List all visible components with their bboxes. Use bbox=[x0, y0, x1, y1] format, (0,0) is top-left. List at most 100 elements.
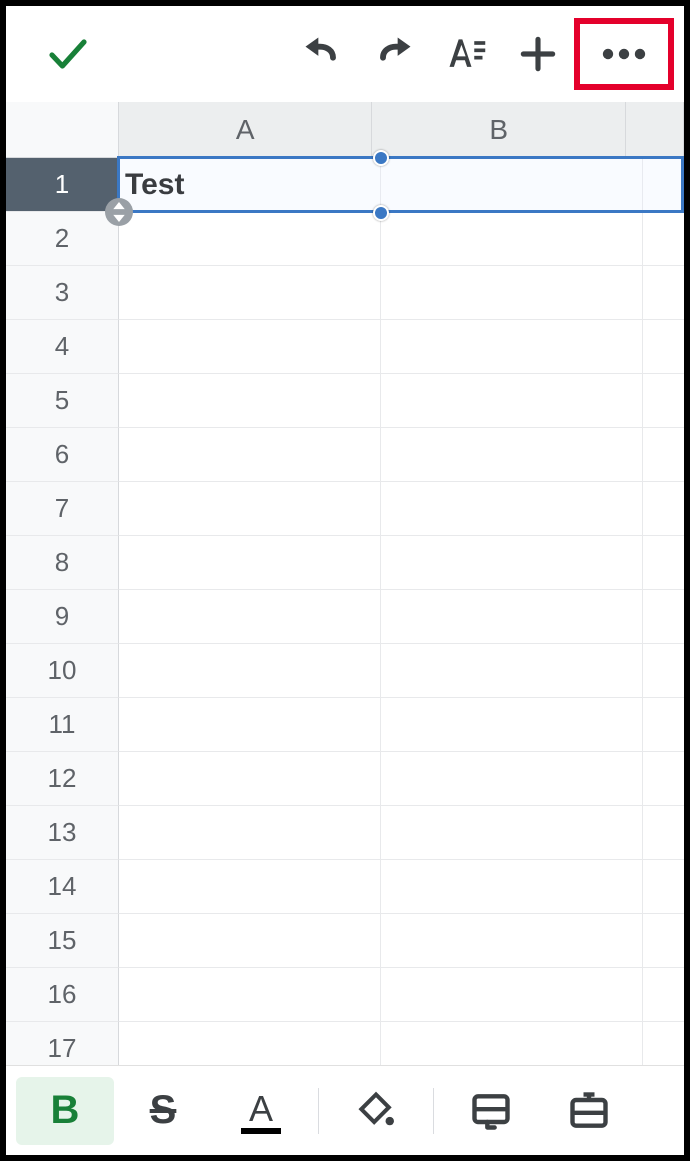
redo-button[interactable] bbox=[358, 18, 430, 90]
row-header-14[interactable]: 14 bbox=[6, 860, 119, 914]
cell-b15[interactable] bbox=[381, 914, 643, 968]
row-9 bbox=[119, 590, 684, 644]
cell-b8[interactable] bbox=[381, 536, 643, 590]
cell-b16[interactable] bbox=[381, 968, 643, 1022]
cell-b2[interactable] bbox=[381, 212, 643, 266]
row-header-9[interactable]: 9 bbox=[6, 590, 119, 644]
row-header-1[interactable]: 1 bbox=[6, 158, 119, 212]
row-12 bbox=[119, 752, 684, 806]
row-5 bbox=[119, 374, 684, 428]
cell-a12[interactable] bbox=[119, 752, 381, 806]
cell-a5[interactable] bbox=[119, 374, 381, 428]
insert-button[interactable] bbox=[502, 18, 574, 90]
text-color-swatch bbox=[241, 1128, 281, 1134]
row-header-16[interactable]: 16 bbox=[6, 968, 119, 1022]
cell-border-button[interactable] bbox=[442, 1077, 540, 1145]
cell-a4[interactable] bbox=[119, 320, 381, 374]
cell-a3[interactable] bbox=[119, 266, 381, 320]
undo-button[interactable] bbox=[286, 18, 358, 90]
cell-b9[interactable] bbox=[381, 590, 643, 644]
row-header-6[interactable]: 6 bbox=[6, 428, 119, 482]
plus-icon bbox=[516, 32, 560, 76]
toolbar-divider-2 bbox=[433, 1088, 434, 1134]
cell-b6[interactable] bbox=[381, 428, 643, 482]
row-17 bbox=[119, 1022, 684, 1065]
bold-button[interactable]: B bbox=[16, 1077, 114, 1145]
bottom-toolbar: B S A bbox=[6, 1065, 684, 1155]
more-button-wrapper bbox=[574, 18, 674, 90]
row-resize-handle[interactable] bbox=[105, 198, 133, 226]
cell-b4[interactable] bbox=[381, 320, 643, 374]
row-header-13[interactable]: 13 bbox=[6, 806, 119, 860]
row-header-12[interactable]: 12 bbox=[6, 752, 119, 806]
accept-button[interactable] bbox=[32, 18, 104, 90]
cell-b3[interactable] bbox=[381, 266, 643, 320]
column-header-c-partial[interactable] bbox=[626, 102, 684, 158]
column-headers: A B bbox=[119, 102, 684, 158]
text-color-button[interactable]: A bbox=[212, 1077, 310, 1145]
row-header-15[interactable]: 15 bbox=[6, 914, 119, 968]
row-6 bbox=[119, 428, 684, 482]
cell-a15[interactable] bbox=[119, 914, 381, 968]
cell-a2[interactable] bbox=[119, 212, 381, 266]
selection-handle-bottom[interactable] bbox=[373, 205, 389, 221]
cell-a6[interactable] bbox=[119, 428, 381, 482]
cell-a9[interactable] bbox=[119, 590, 381, 644]
column-header-a[interactable]: A bbox=[119, 102, 372, 158]
cell-b12[interactable] bbox=[381, 752, 643, 806]
row-headers: 1 2 3 4 5 6 7 8 9 10 11 12 13 14 15 16 1… bbox=[6, 158, 119, 1065]
row-header-7[interactable]: 7 bbox=[6, 482, 119, 536]
top-toolbar bbox=[6, 6, 684, 102]
cell-a11[interactable] bbox=[119, 698, 381, 752]
row-16 bbox=[119, 968, 684, 1022]
row-2 bbox=[119, 212, 684, 266]
undo-icon bbox=[296, 32, 348, 76]
cell-b11[interactable] bbox=[381, 698, 643, 752]
cell-a7[interactable] bbox=[119, 482, 381, 536]
row-10 bbox=[119, 644, 684, 698]
app-frame: A B 1 2 3 4 5 6 7 8 9 10 11 12 13 14 15 … bbox=[0, 0, 690, 1161]
row-header-5[interactable]: 5 bbox=[6, 374, 119, 428]
cell-b13[interactable] bbox=[381, 806, 643, 860]
column-header-b[interactable]: B bbox=[372, 102, 625, 158]
cell-b1[interactable] bbox=[381, 158, 643, 212]
text-format-button[interactable] bbox=[430, 18, 502, 90]
selection-handle-top[interactable] bbox=[373, 150, 389, 166]
cell-a13[interactable] bbox=[119, 806, 381, 860]
row-4 bbox=[119, 320, 684, 374]
strikethrough-button[interactable]: S bbox=[114, 1077, 212, 1145]
bold-label: B bbox=[51, 1088, 80, 1133]
row-header-17[interactable]: 17 bbox=[6, 1022, 119, 1065]
cell-a17[interactable] bbox=[119, 1022, 381, 1065]
cell-b10[interactable] bbox=[381, 644, 643, 698]
row-header-10[interactable]: 10 bbox=[6, 644, 119, 698]
row-7 bbox=[119, 482, 684, 536]
fill-color-button[interactable] bbox=[327, 1077, 425, 1145]
row-header-3[interactable]: 3 bbox=[6, 266, 119, 320]
merge-cells-button[interactable] bbox=[540, 1077, 638, 1145]
annotation-highlight bbox=[574, 18, 674, 90]
cell-b7[interactable] bbox=[381, 482, 643, 536]
resize-arrows-icon bbox=[111, 202, 127, 222]
row-header-11[interactable]: 11 bbox=[6, 698, 119, 752]
cell-b14[interactable] bbox=[381, 860, 643, 914]
cell-b5[interactable] bbox=[381, 374, 643, 428]
row-header-8[interactable]: 8 bbox=[6, 536, 119, 590]
cell-a14[interactable] bbox=[119, 860, 381, 914]
text-format-icon bbox=[442, 32, 490, 76]
cell-a8[interactable] bbox=[119, 536, 381, 590]
row-8 bbox=[119, 536, 684, 590]
select-all-corner[interactable] bbox=[6, 102, 119, 158]
cell-a1[interactable]: Test bbox=[119, 158, 381, 212]
row-header-4[interactable]: 4 bbox=[6, 320, 119, 374]
cell-a16[interactable] bbox=[119, 968, 381, 1022]
strike-label: S bbox=[150, 1088, 177, 1133]
row-header-2[interactable]: 2 bbox=[6, 212, 119, 266]
row-15 bbox=[119, 914, 684, 968]
spreadsheet-grid[interactable]: A B 1 2 3 4 5 6 7 8 9 10 11 12 13 14 15 … bbox=[6, 102, 684, 1065]
redo-icon bbox=[368, 32, 420, 76]
text-color-label: A bbox=[249, 1088, 273, 1130]
cell-b17[interactable] bbox=[381, 1022, 643, 1065]
cell-a10[interactable] bbox=[119, 644, 381, 698]
row-13 bbox=[119, 806, 684, 860]
